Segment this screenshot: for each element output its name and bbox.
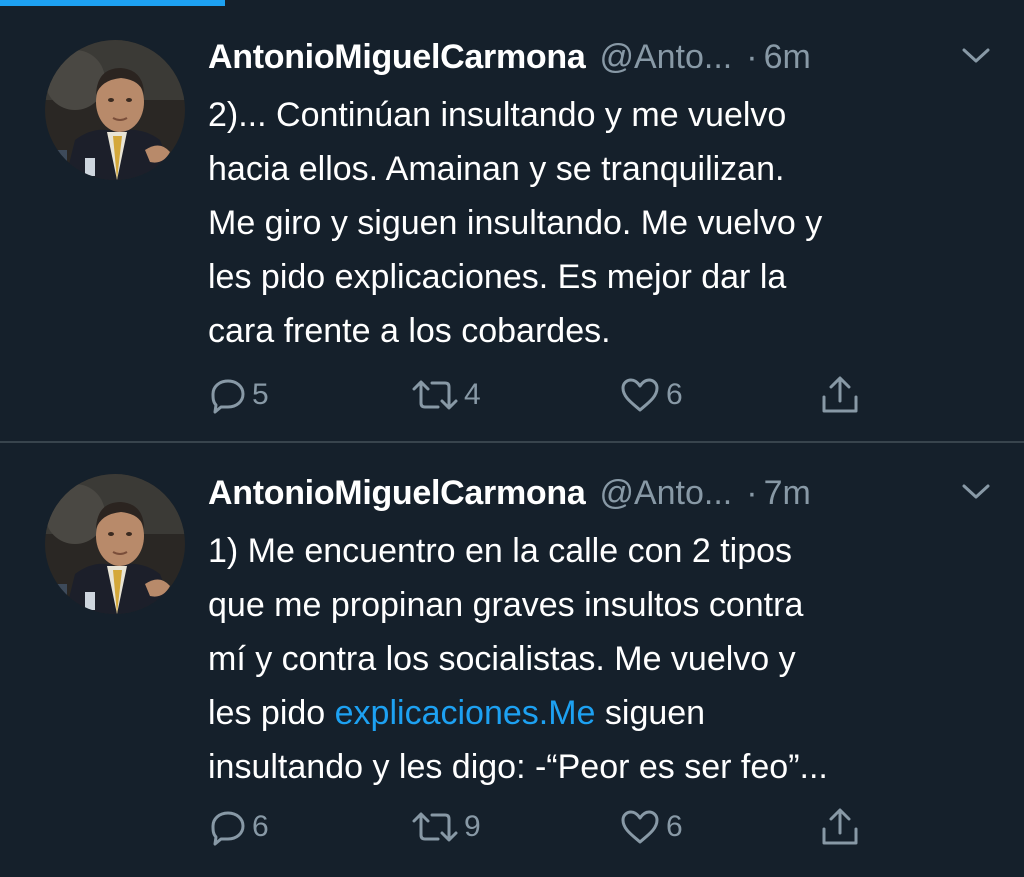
heart-icon bbox=[618, 375, 662, 415]
tweet-text-line: hacia ellos. Amainan y se tranquilizan. bbox=[208, 150, 785, 188]
avatar[interactable] bbox=[45, 40, 185, 180]
share-icon bbox=[818, 805, 862, 849]
tweet-text-line: Me giro y siguen insultando. Me vuelvo y bbox=[208, 204, 823, 242]
reply-count: 6 bbox=[252, 810, 269, 843]
author-handle[interactable]: @Anto... bbox=[599, 474, 732, 513]
share-button[interactable] bbox=[818, 802, 862, 852]
avatar-image bbox=[45, 40, 185, 180]
tweet-text-line: insultando y les digo: -“Peor es ser feo… bbox=[208, 748, 828, 786]
tweet-text: 1) Me encuentro en la calle con 2 tipos … bbox=[208, 524, 998, 794]
chevron-down-icon[interactable] bbox=[958, 44, 994, 68]
share-button[interactable] bbox=[818, 370, 862, 420]
author-name[interactable]: AntonioMiguelCarmona bbox=[208, 38, 586, 77]
tweet[interactable]: AntonioMiguelCarmona @Anto... · 7m 1) Me… bbox=[0, 442, 1024, 877]
timestamp[interactable]: 6m bbox=[764, 38, 811, 77]
tweet-text-line: mí y contra los socialistas. Me vuelvo y bbox=[208, 640, 796, 678]
separator-dot: · bbox=[746, 473, 758, 512]
chevron-down-icon[interactable] bbox=[958, 480, 994, 504]
tweet-link[interactable]: explicaciones.Me bbox=[335, 694, 596, 732]
tweet-text: 2)... Continúan insultando y me vuelvo h… bbox=[208, 88, 998, 358]
separator-dot: · bbox=[746, 37, 758, 76]
heart-icon bbox=[618, 807, 662, 847]
tweet-text-segment: les pido bbox=[208, 694, 335, 732]
retweet-button[interactable]: 9 bbox=[410, 802, 481, 852]
reply-button[interactable]: 5 bbox=[208, 370, 269, 420]
like-count: 6 bbox=[666, 810, 683, 843]
tweet-text-line: les pido explicaciones. Es mejor dar la bbox=[208, 258, 787, 296]
tweet-actions: 5 4 6 bbox=[208, 370, 888, 420]
like-button[interactable]: 6 bbox=[618, 370, 683, 420]
reply-button[interactable]: 6 bbox=[208, 802, 269, 852]
reply-icon bbox=[208, 807, 248, 847]
author-handle[interactable]: @Anto... bbox=[599, 38, 732, 77]
retweet-icon bbox=[410, 375, 460, 415]
tweet-header: AntonioMiguelCarmona @Anto... · 7m bbox=[208, 468, 994, 518]
like-button[interactable]: 6 bbox=[618, 802, 683, 852]
like-count: 6 bbox=[666, 378, 683, 411]
tweet-actions: 6 9 6 bbox=[208, 802, 888, 852]
timestamp[interactable]: 7m bbox=[764, 474, 811, 513]
retweet-count: 4 bbox=[464, 378, 481, 411]
tweet[interactable]: AntonioMiguelCarmona @Anto... · 6m 2)...… bbox=[0, 6, 1024, 442]
reply-count: 5 bbox=[252, 378, 269, 411]
tweet-text-line: 2)... Continúan insultando y me vuelvo bbox=[208, 96, 787, 134]
retweet-button[interactable]: 4 bbox=[410, 370, 481, 420]
tweet-text-line: que me propinan graves insultos contra bbox=[208, 586, 804, 624]
retweet-count: 9 bbox=[464, 810, 481, 843]
tweet-text-segment: siguen bbox=[595, 694, 706, 732]
avatar-image bbox=[45, 474, 185, 614]
share-icon bbox=[818, 373, 862, 417]
reply-icon bbox=[208, 375, 248, 415]
author-name[interactable]: AntonioMiguelCarmona bbox=[208, 474, 586, 513]
tweet-text-line: les pido explicaciones.Me siguen bbox=[208, 686, 998, 740]
tweet-text-line: 1) Me encuentro en la calle con 2 tipos bbox=[208, 532, 793, 570]
tweet-header: AntonioMiguelCarmona @Anto... · 6m bbox=[208, 32, 994, 82]
tweet-text-line: cara frente a los cobardes. bbox=[208, 312, 611, 350]
retweet-icon bbox=[410, 807, 460, 847]
avatar[interactable] bbox=[45, 474, 185, 614]
